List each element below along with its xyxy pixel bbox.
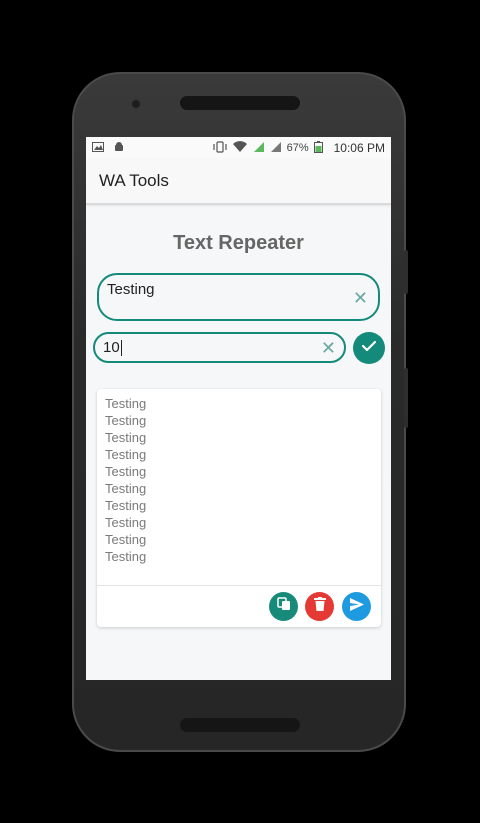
output-line: Testing bbox=[105, 413, 147, 428]
power-button bbox=[404, 368, 408, 428]
clear-text-icon[interactable]: ✕ bbox=[353, 289, 368, 307]
output-line: Testing bbox=[105, 481, 147, 496]
clear-count-icon[interactable]: ✕ bbox=[321, 339, 336, 357]
send-icon bbox=[349, 597, 364, 616]
app-bar: WA Tools bbox=[86, 159, 391, 205]
copy-button[interactable] bbox=[269, 592, 298, 621]
battery-percent: 67% bbox=[286, 142, 309, 154]
bottom-speaker bbox=[180, 718, 300, 732]
status-bar: 67% 10:06 PM bbox=[86, 137, 391, 159]
signal-2-icon bbox=[270, 141, 282, 156]
output-line: Testing bbox=[105, 396, 147, 411]
wifi-icon bbox=[232, 140, 248, 156]
app-title: WA Tools bbox=[99, 171, 169, 190]
signal-1-icon bbox=[253, 141, 265, 156]
clock: 10:06 PM bbox=[333, 141, 385, 155]
repeat-count-input[interactable]: 10 ✕ bbox=[93, 332, 346, 363]
card-divider bbox=[97, 585, 381, 586]
output-line: Testing bbox=[105, 447, 147, 462]
send-button[interactable] bbox=[342, 592, 371, 621]
volume-button bbox=[404, 250, 408, 294]
delete-button[interactable] bbox=[305, 592, 334, 621]
output-line: Testing bbox=[105, 515, 147, 530]
screen: 67% 10:06 PM WA Tools Text Repeater Test… bbox=[86, 137, 391, 680]
output-text[interactable]: Testing Testing Testing Testing Testing … bbox=[97, 389, 381, 571]
battery-icon bbox=[313, 140, 323, 156]
output-card: Testing Testing Testing Testing Testing … bbox=[97, 389, 381, 627]
output-line: Testing bbox=[105, 549, 147, 564]
output-line: Testing bbox=[105, 430, 147, 445]
repeat-button[interactable] bbox=[353, 332, 385, 364]
output-line: Testing bbox=[105, 498, 147, 513]
repeat-count-value: 10 bbox=[103, 339, 123, 357]
earpiece-speaker bbox=[180, 96, 300, 110]
vibrate-icon bbox=[212, 140, 227, 156]
output-line: Testing bbox=[105, 532, 147, 547]
android-icon bbox=[114, 141, 124, 155]
repeat-text-input[interactable]: Testing ✕ bbox=[97, 273, 380, 321]
page-heading: Text Repeater bbox=[173, 232, 304, 254]
repeat-text-value: Testing bbox=[107, 281, 155, 298]
output-line: Testing bbox=[105, 464, 147, 479]
check-icon bbox=[361, 339, 377, 358]
copy-icon bbox=[276, 597, 291, 616]
front-camera bbox=[132, 100, 140, 108]
trash-icon bbox=[313, 597, 326, 616]
image-icon bbox=[92, 141, 104, 155]
